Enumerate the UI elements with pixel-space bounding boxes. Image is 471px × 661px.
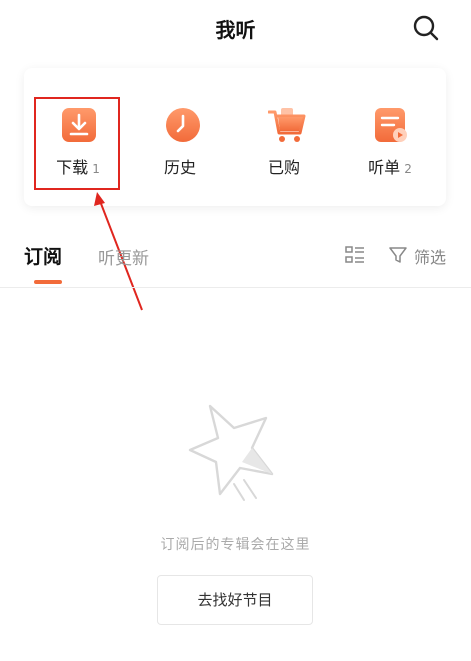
filter-label: 筛选 bbox=[414, 248, 447, 267]
tab-bar: 订阅 听更新 筛选 bbox=[0, 232, 471, 288]
quick-action-history[interactable]: 历史 bbox=[132, 68, 232, 206]
empty-star-illustration bbox=[188, 404, 274, 501]
quick-action-label: 历史 bbox=[163, 158, 196, 177]
page-title: 我听 bbox=[215, 18, 256, 42]
tab-updates[interactable]: 听更新 bbox=[98, 244, 149, 269]
quick-action-label: 已购 bbox=[267, 158, 300, 177]
quick-action-purchased[interactable]: 已购 bbox=[236, 68, 336, 206]
header: 我听 bbox=[0, 0, 471, 56]
playlist-icon bbox=[375, 108, 407, 142]
quick-action-label: 听单 bbox=[368, 158, 401, 177]
funnel-icon bbox=[389, 247, 407, 263]
search-icon bbox=[413, 15, 439, 41]
list-view-icon bbox=[345, 246, 364, 263]
active-tab-indicator bbox=[34, 280, 62, 284]
quick-action-playlist[interactable]: 听单 2 bbox=[340, 68, 440, 206]
tab-subscriptions[interactable]: 订阅 bbox=[24, 242, 62, 269]
search-button[interactable] bbox=[410, 12, 442, 44]
annotation-highlight-box bbox=[34, 97, 120, 190]
find-programs-button[interactable]: 去找好节目 bbox=[157, 575, 313, 625]
cart-icon bbox=[268, 108, 306, 142]
clock-icon bbox=[166, 108, 200, 142]
empty-state-message: 订阅后的专辑会在这里 bbox=[160, 537, 311, 553]
quick-action-count: 2 bbox=[404, 162, 412, 176]
list-view-toggle[interactable] bbox=[344, 244, 366, 266]
